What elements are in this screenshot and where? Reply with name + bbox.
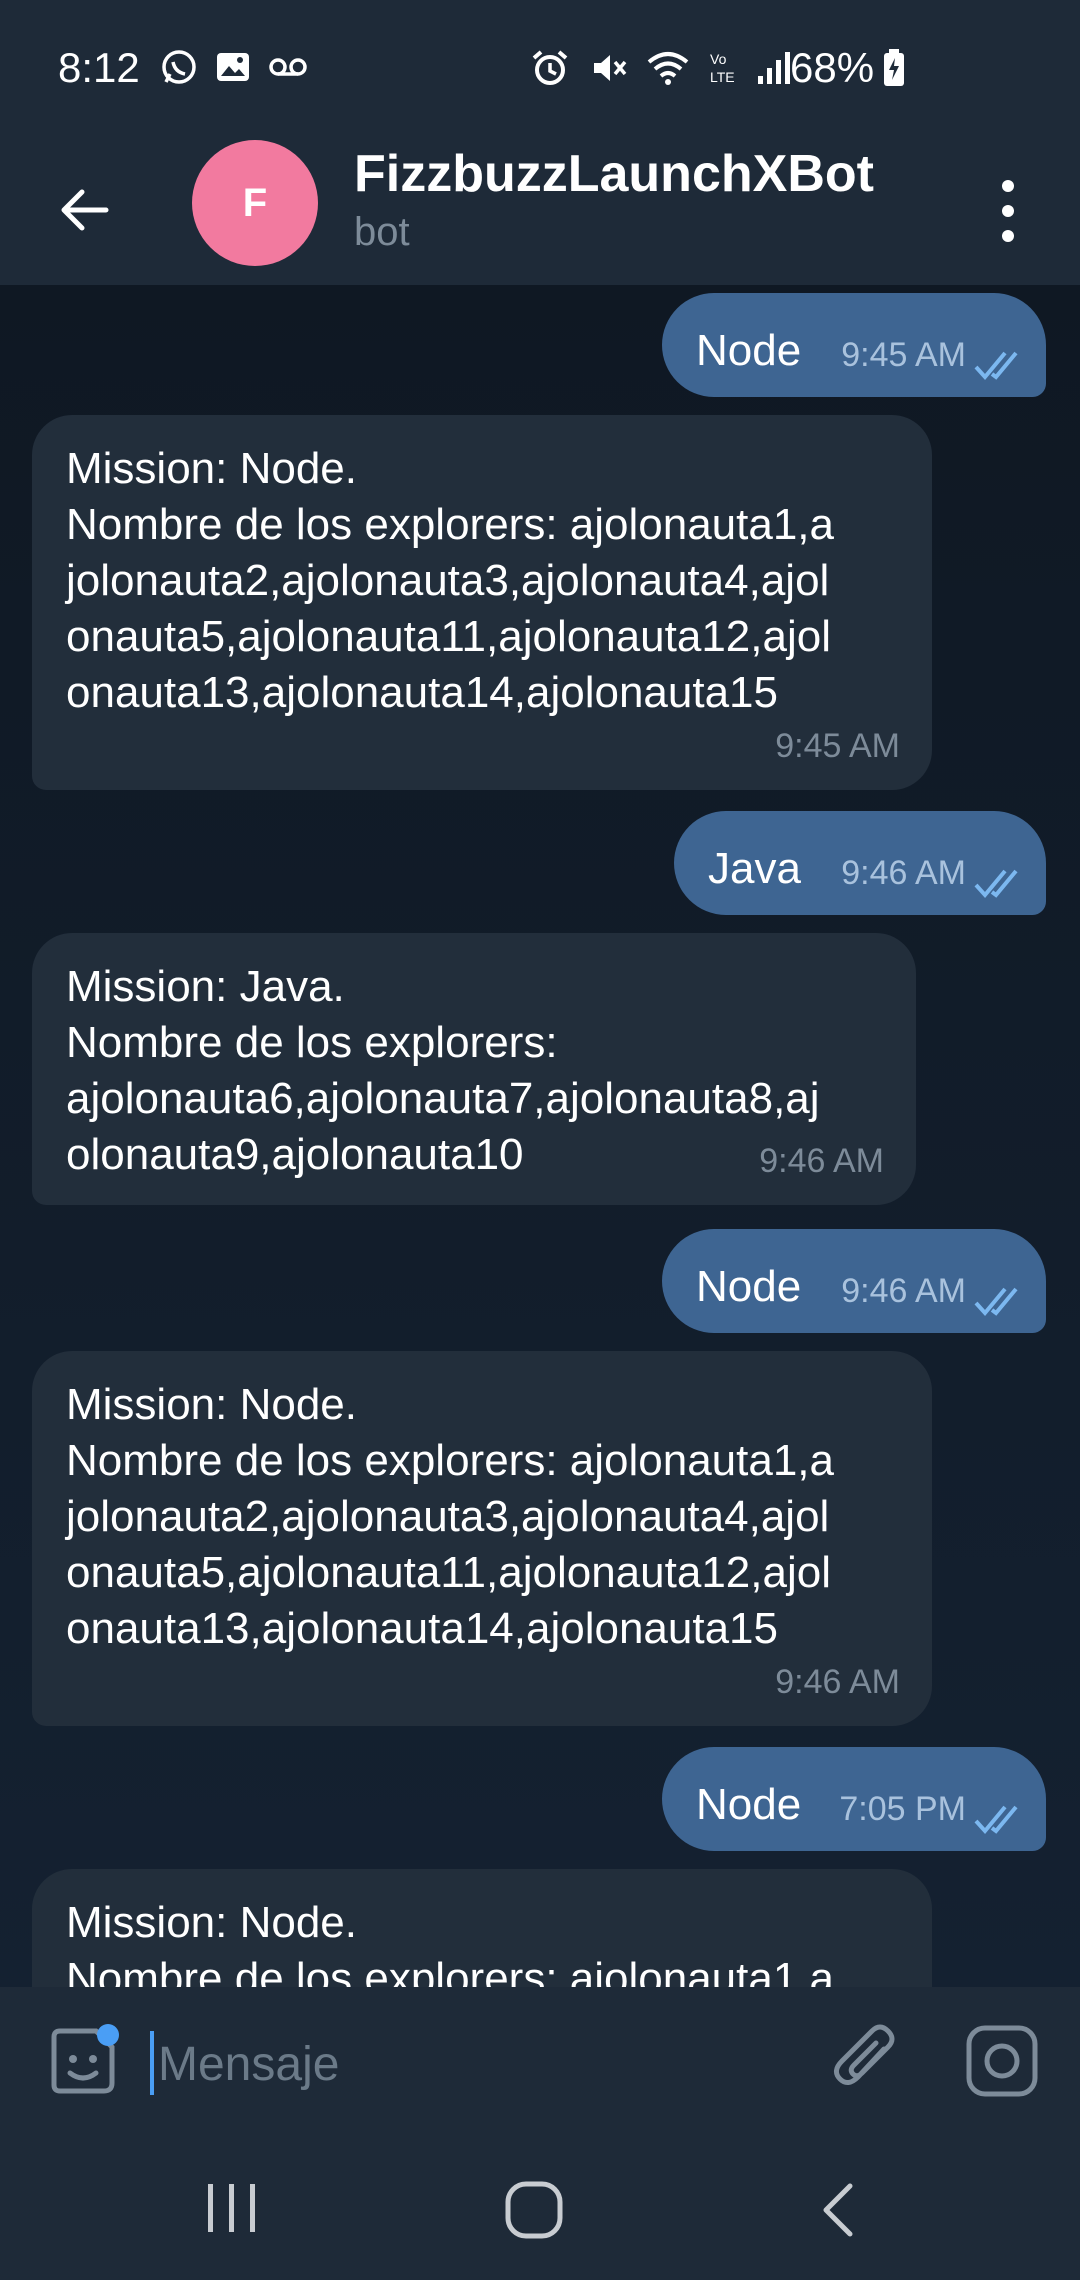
message-text: Mission: Node. Nombre de los explorers: … <box>66 1898 835 1987</box>
message-time: 9:46 AM <box>759 1142 884 1180</box>
message-time: 9:46 AM <box>841 854 966 892</box>
notification-icons <box>160 48 308 86</box>
system-nav-bar <box>0 2134 1080 2280</box>
incoming-message[interactable]: Mission: Java. Nombre de los explorers: … <box>32 933 916 1205</box>
svg-text:LTE: LTE <box>710 69 735 85</box>
paperclip-icon[interactable] <box>828 2019 904 2099</box>
double-check-icon <box>974 1805 1018 1835</box>
instagram-camera-icon[interactable] <box>964 2023 1040 2099</box>
message-text: Mission: Node. Nombre de los explorers: … <box>66 444 835 717</box>
home-icon[interactable] <box>502 2178 566 2242</box>
battery-indicator: 68% <box>790 44 906 92</box>
outgoing-message[interactable]: Java 9:46 AM <box>674 811 1046 915</box>
signal-icon <box>758 52 790 84</box>
chat-subtitle: bot <box>354 210 410 254</box>
message-time: 9:46 AM <box>775 1663 900 1701</box>
alarm-icon <box>532 50 568 85</box>
avatar-letter: F <box>242 180 268 225</box>
avatar[interactable]: F <box>192 140 318 266</box>
image-icon <box>217 53 249 81</box>
sticker-icon[interactable] <box>44 2023 120 2099</box>
message-time: 9:46 AM <box>841 1272 966 1310</box>
message-time: 7:05 PM <box>839 1790 966 1828</box>
battery-charging-icon <box>884 49 905 86</box>
message-composer <box>0 1987 1080 2134</box>
chat-title[interactable]: FizzbuzzLaunchXBot <box>354 144 874 204</box>
outgoing-message[interactable]: Node 9:46 AM <box>662 1229 1046 1333</box>
mute-icon <box>594 55 627 81</box>
voicemail-icon <box>269 58 307 76</box>
status-bar: 8:12 Vo LTE 68% <box>0 0 1080 140</box>
arrow-left-icon[interactable] <box>54 180 114 240</box>
system-icons: Vo LTE <box>530 48 792 88</box>
volte-icon: Vo LTE <box>710 51 735 85</box>
message-time: 9:45 AM <box>841 336 966 374</box>
incoming-message[interactable]: Mission: Node. Nombre de los explorers: … <box>32 415 932 790</box>
double-check-icon <box>974 869 1018 899</box>
whatsapp-icon <box>162 50 196 84</box>
message-text: Node <box>696 1262 802 1311</box>
double-check-icon <box>974 351 1018 381</box>
wifi-icon <box>647 52 689 85</box>
nav-back-icon[interactable] <box>814 2180 862 2240</box>
svg-text:Vo: Vo <box>710 51 727 67</box>
message-text: Node <box>696 326 802 375</box>
message-text: Mission: Node. Nombre de los explorers: … <box>66 1380 835 1653</box>
outgoing-message[interactable]: Node 7:05 PM <box>662 1747 1046 1851</box>
incoming-message[interactable]: Mission: Node. Nombre de los explorers: … <box>32 1351 932 1726</box>
recent-apps-icon[interactable] <box>200 2180 264 2236</box>
incoming-message[interactable]: Mission: Node. Nombre de los explorers: … <box>32 1869 932 1987</box>
battery-percent: 68% <box>790 44 875 91</box>
outgoing-message[interactable]: Node 9:45 AM <box>662 293 1046 397</box>
message-list[interactable]: Node 9:45 AM Mission: Node. Nombre de lo… <box>0 285 1080 1987</box>
text-cursor <box>150 2031 154 2095</box>
message-input[interactable] <box>156 2023 760 2105</box>
message-text: Node <box>696 1780 802 1829</box>
chat-header: F FizzbuzzLaunchXBot bot <box>0 140 1080 285</box>
double-check-icon <box>974 1287 1018 1317</box>
message-text: Java <box>708 844 801 893</box>
more-vertical-icon[interactable] <box>990 176 1026 246</box>
message-time: 9:45 AM <box>775 727 900 765</box>
status-time: 8:12 <box>58 44 140 91</box>
